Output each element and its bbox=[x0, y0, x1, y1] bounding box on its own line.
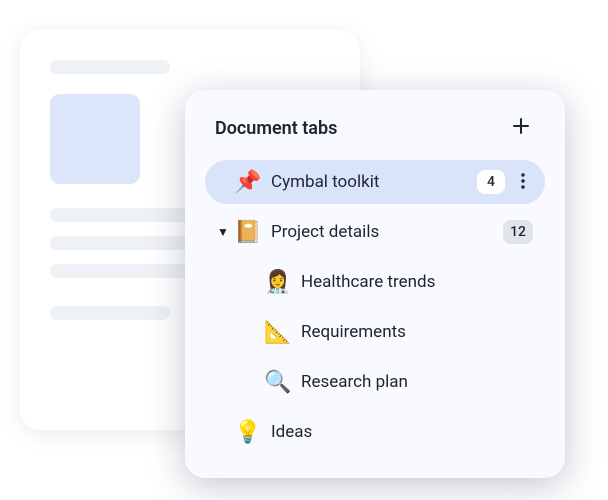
triangle-ruler-icon: 📐 bbox=[263, 320, 293, 345]
subtab-count-badge: 12 bbox=[503, 220, 533, 244]
magnifier-icon: 🔍 bbox=[263, 370, 293, 395]
doc-text-line bbox=[50, 208, 200, 222]
doc-thumbnail bbox=[50, 94, 140, 184]
tab-label: Ideas bbox=[271, 422, 533, 442]
doc-text-line bbox=[50, 264, 200, 278]
tab-label: Project details bbox=[271, 222, 497, 242]
panel-title: Document tabs bbox=[215, 118, 337, 139]
tab-project-details[interactable]: ▼ 📔 Project details 12 bbox=[205, 210, 545, 254]
doc-text-line bbox=[50, 306, 170, 320]
plus-icon bbox=[511, 116, 531, 136]
health-worker-icon: 👩‍⚕️ bbox=[263, 270, 293, 295]
tab-research-plan[interactable]: 🔍 Research plan bbox=[205, 360, 545, 404]
tab-list: 📌 Cymbal toolkit 4 ▼ 📔 Project details 1… bbox=[205, 160, 545, 454]
tab-label: Research plan bbox=[301, 372, 533, 392]
tab-ideas[interactable]: 💡 Ideas bbox=[205, 410, 545, 454]
lightbulb-icon: 💡 bbox=[233, 420, 263, 445]
tab-healthcare-trends[interactable]: 👩‍⚕️ Healthcare trends bbox=[205, 260, 545, 304]
panel-header: Document tabs bbox=[205, 112, 545, 160]
document-tabs-panel: Document tabs 📌 Cymbal toolkit 4 ▼ 📔 Pro… bbox=[185, 90, 565, 478]
tab-cymbal-toolkit[interactable]: 📌 Cymbal toolkit 4 bbox=[205, 160, 545, 204]
notebook-icon: 📔 bbox=[233, 220, 263, 245]
tab-menu-button[interactable] bbox=[513, 172, 533, 192]
more-vert-icon bbox=[521, 173, 525, 189]
doc-title-placeholder bbox=[50, 60, 170, 74]
tab-label: Healthcare trends bbox=[301, 272, 533, 292]
doc-text-line bbox=[50, 236, 200, 250]
subtab-count-badge: 4 bbox=[477, 170, 505, 194]
pushpin-icon: 📌 bbox=[233, 170, 263, 195]
add-tab-button[interactable] bbox=[507, 112, 535, 144]
collapse-caret-icon[interactable]: ▼ bbox=[213, 225, 233, 239]
tab-label: Requirements bbox=[301, 322, 533, 342]
tab-label: Cymbal toolkit bbox=[271, 172, 471, 192]
tab-requirements[interactable]: 📐 Requirements bbox=[205, 310, 545, 354]
